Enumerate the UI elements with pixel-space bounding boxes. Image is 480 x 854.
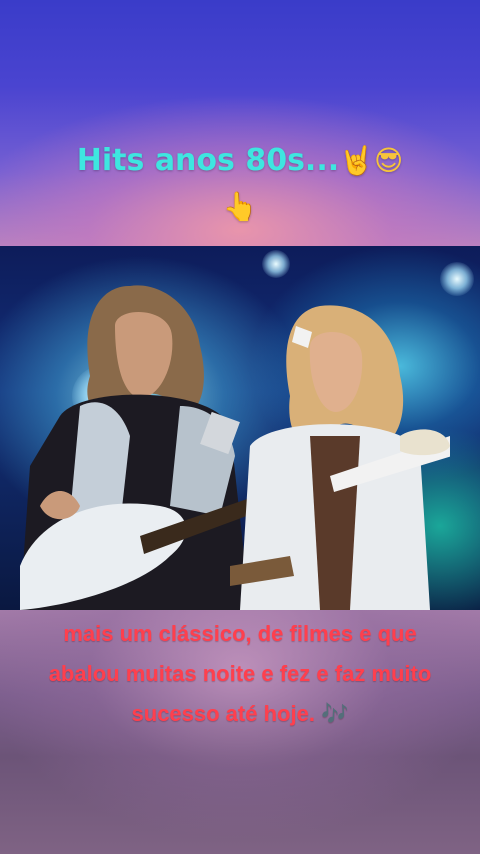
sunglasses-emoji-icon: 😎 [374, 144, 404, 177]
story-caption: mais um clássico, de filmes e que abalou… [40, 614, 440, 734]
stage-light [262, 250, 290, 278]
rock-hand-emoji-icon: 🤘 [339, 144, 374, 177]
headline-text: Hits anos 80s... [76, 143, 340, 178]
story-headline: Hits anos 80s...🤘😎 👆 [0, 138, 480, 230]
pointing-up-emoji-icon: 👆 [222, 190, 258, 223]
singer-figure [230, 305, 450, 610]
concert-video-frame[interactable] [0, 246, 480, 610]
caption-text: mais um clássico, de filmes e que abalou… [48, 621, 432, 726]
story-screen: Hits anos 80s...🤘😎 👆 mais um clássico, d… [0, 0, 480, 854]
guitarist-figure [20, 285, 250, 610]
musical-notes-emoji-icon: 🎶 [321, 701, 349, 726]
